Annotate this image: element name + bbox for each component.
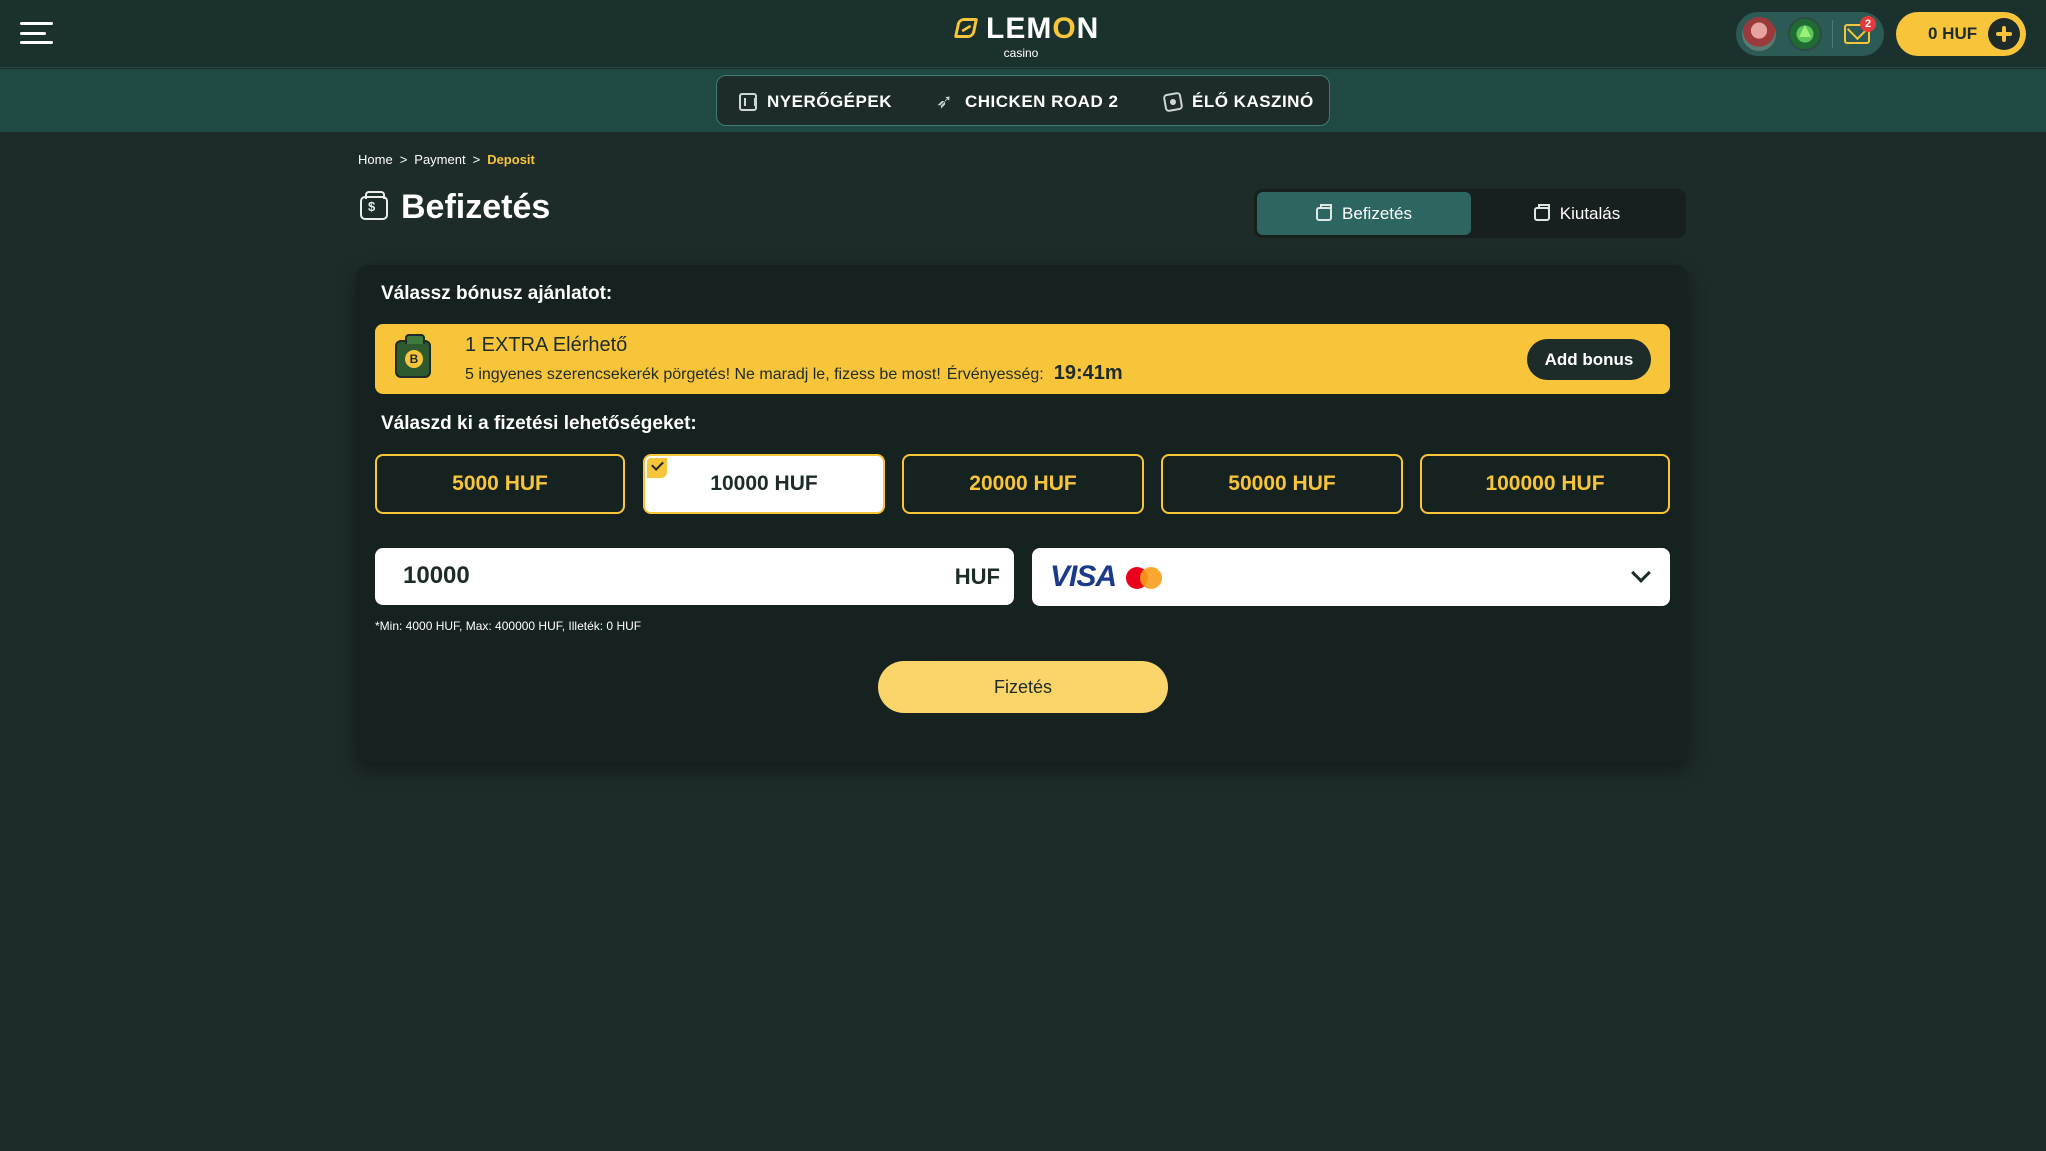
nav-item-chicken-road[interactable]: CHICKEN ROAD 2 <box>936 89 1119 113</box>
cash-out-icon <box>1533 203 1550 221</box>
breadcrumb: Home > Payment > Deposit <box>358 152 535 167</box>
bonus-validity-label: Érvényesség: <box>946 366 1044 383</box>
deposit-limits-note: *Min: 4000 HUF, Max: 400000 HUF, Illeték… <box>375 619 642 633</box>
slots-icon <box>739 93 757 111</box>
bonus-description: 5 ingyenes szerencsekerék pörgetés! Ne m… <box>465 366 941 383</box>
lemon-logo-icon <box>953 18 979 38</box>
category-nav-strip: NYERŐGÉPEK CHICKEN ROAD 2 ÉLŐ KASZINÓ <box>0 69 2046 132</box>
level-badge-icon[interactable] <box>1788 17 1822 51</box>
chicken-icon <box>936 89 955 113</box>
breadcrumb-separator: > <box>399 152 408 167</box>
bonus-bag-icon <box>395 334 431 378</box>
mail-count-badge: 2 <box>1860 16 1876 32</box>
bonus-description-row: 5 ingyenes szerencsekerék pörgetés! Ne m… <box>465 362 1123 385</box>
bonus-section-label: Válassz bónusz ajánlatot: <box>381 283 613 304</box>
deposit-card: Válassz bónusz ajánlatot: 1 EXTRA Elérhe… <box>356 265 1688 762</box>
balance-deposit-button[interactable]: 0 HUF <box>1896 12 2026 56</box>
amount-option-50000[interactable]: 50000 HUF <box>1161 454 1403 514</box>
bonus-offer[interactable]: 1 EXTRA Elérhető 5 ingyenes szerencseker… <box>375 324 1670 394</box>
amount-option-100000[interactable]: 100000 HUF <box>1420 454 1670 514</box>
nav-item-label: CHICKEN ROAD 2 <box>965 92 1119 111</box>
currency-label: HUF <box>954 564 1000 589</box>
page-title: Befizetés <box>401 188 551 226</box>
amount-option-label: 5000 HUF <box>452 472 548 495</box>
profile-avatar[interactable] <box>1742 17 1776 51</box>
pay-button[interactable]: Fizetés <box>878 661 1168 713</box>
nav-item-label: NYERŐGÉPEK <box>767 92 892 111</box>
lemon-casino-logo[interactable]: LEMON casino <box>953 12 1100 60</box>
breadcrumb-current: Deposit <box>487 152 535 167</box>
live-casino-icon <box>1162 91 1184 113</box>
logo-text: LEMON <box>986 12 1100 45</box>
amount-field: HUF <box>375 548 1014 605</box>
divider <box>1832 20 1833 48</box>
check-icon <box>647 458 667 478</box>
nav-item-live-casino[interactable]: ÉLŐ KASZINÓ <box>1162 91 1314 113</box>
amount-input[interactable] <box>403 558 903 594</box>
chevron-down-icon <box>1631 563 1651 583</box>
tab-label: Befizetés <box>1342 203 1412 223</box>
balance-amount: 0 HUF <box>1928 24 1978 43</box>
deposit-withdraw-toggle: Befizetés Kiutalás <box>1254 189 1686 238</box>
user-actions: 2 <box>1736 12 1884 56</box>
bonus-timer: 19:41m <box>1053 362 1123 384</box>
category-nav: NYERŐGÉPEK CHICKEN ROAD 2 ÉLŐ KASZINÓ <box>716 75 1330 126</box>
menu-icon[interactable] <box>20 22 53 44</box>
amount-option-label: 100000 HUF <box>1485 472 1605 495</box>
wallet-icon <box>360 191 388 220</box>
payment-section-label: Válaszd ki a fizetési lehetőségeket: <box>381 413 697 434</box>
breadcrumb-separator: > <box>472 152 481 167</box>
plus-icon <box>1988 18 2020 50</box>
amount-option-label: 10000 HUF <box>710 472 818 495</box>
wallet-icon <box>1316 203 1333 221</box>
visa-logo: VISA <box>1050 560 1117 593</box>
bonus-title: 1 EXTRA Elérhető <box>465 334 628 356</box>
breadcrumb-home[interactable]: Home <box>358 152 393 167</box>
amount-option-label: 20000 HUF <box>969 472 1077 495</box>
add-bonus-button[interactable]: Add bonus <box>1527 339 1651 380</box>
tab-withdraw[interactable]: Kiutalás <box>1470 192 1684 235</box>
mastercard-icon <box>1126 567 1164 589</box>
amount-option-label: 50000 HUF <box>1228 472 1336 495</box>
nav-item-slots[interactable]: NYERŐGÉPEK <box>739 91 892 113</box>
amount-option-5000[interactable]: 5000 HUF <box>375 454 625 514</box>
top-header: LEMON casino 2 0 HUF <box>0 0 2046 68</box>
logo-subtitle: casino <box>1003 46 1039 60</box>
nav-item-label: ÉLŐ KASZINÓ <box>1192 92 1314 111</box>
payment-method-select[interactable]: VISA <box>1032 548 1670 606</box>
breadcrumb-payment[interactable]: Payment <box>414 152 465 167</box>
tab-label: Kiutalás <box>1559 203 1621 223</box>
amount-option-20000[interactable]: 20000 HUF <box>902 454 1144 514</box>
amount-option-10000[interactable]: 10000 HUF <box>643 454 885 514</box>
tab-deposit[interactable]: Befizetés <box>1257 192 1471 235</box>
